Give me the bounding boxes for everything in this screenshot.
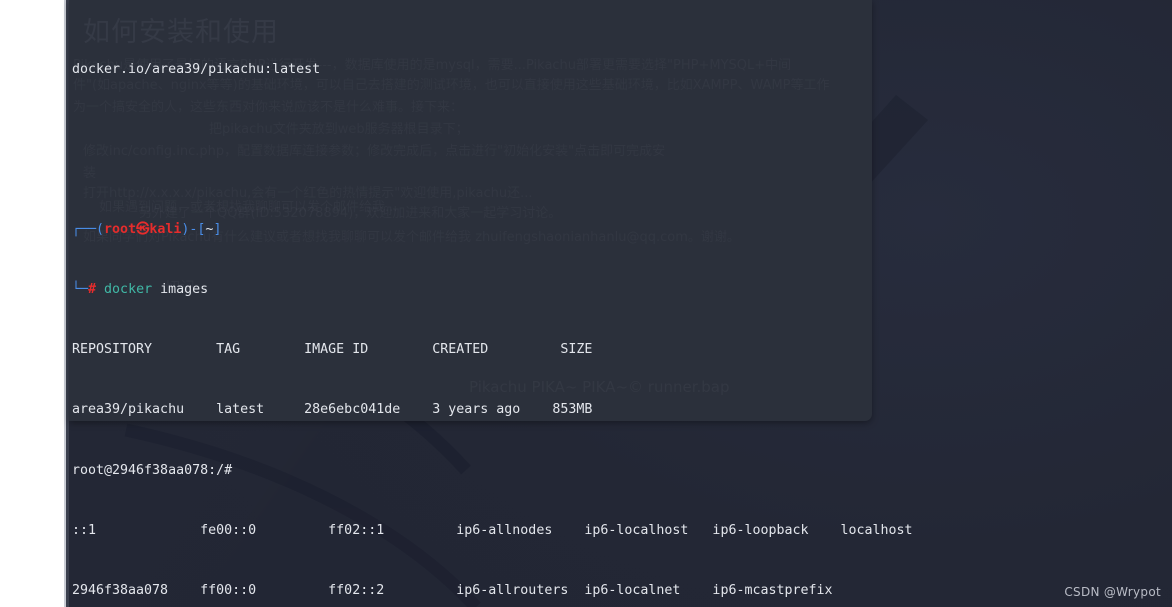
prompt-bracket-close: ] <box>213 222 222 237</box>
terminal-overflow-text: root@2946f38aa078:/# ::1 fe00::0 ff02::1… <box>69 421 1172 607</box>
prompt-paren-close: )-[ <box>181 222 206 237</box>
hosts-output-line: ::1 fe00::0 ff02::1 ip6-allnodes ip6-loc… <box>72 521 1172 541</box>
container-prompt: root@2946f38aa078:/# <box>72 463 233 478</box>
screenshot-root: 如何安装和使用 Pikachu是使用了最好的语言PHP进行开发---，数据库使用… <box>0 0 1172 607</box>
hosts-text: ::1 fe00::0 ff02::1 ip6-allnodes ip6-loc… <box>72 523 913 538</box>
output-text: REPOSITORY TAG IMAGE ID CREATED SIZE <box>72 342 593 357</box>
prompt-branch-bottom: └─ <box>72 282 89 297</box>
prompt-branch-top: ┌── <box>72 222 97 237</box>
output-line: area39/pikachu latest 28e6ebc041de 3 yea… <box>72 400 872 420</box>
csdn-watermark: CSDN @Wrypot <box>1064 585 1161 599</box>
container-prompt-line: root@2946f38aa078:/# <box>72 461 1172 481</box>
hosts-text: 2946f38aa078 ff00::0 ff02::2 ip6-allrout… <box>72 583 833 598</box>
scrollback-line: docker.io/area39/pikachu:latest <box>72 60 872 80</box>
command-name: docker <box>104 282 153 297</box>
prompt-line-1: ┌──(root㉿kali)-[~] <box>72 220 872 240</box>
hosts-output-line: 2946f38aa078 ff00::0 ff02::2 ip6-allrout… <box>72 581 1172 601</box>
prompt-hash: # <box>88 282 97 297</box>
terminal-screen[interactable]: docker.io/area39/pikachu:latest ┌──(root… <box>69 0 872 421</box>
terminal-window[interactable]: 如何安装和使用 Pikachu是使用了最好的语言PHP进行开发---，数据库使用… <box>69 0 872 421</box>
prompt-user-host: root㉿kali <box>104 222 182 237</box>
scrollback-text: docker.io/area39/pikachu:latest <box>72 62 321 77</box>
prompt-paren-open: ( <box>96 222 105 237</box>
command-line-1[interactable]: └─# docker images <box>72 280 872 300</box>
output-text: area39/pikachu latest 28e6ebc041de 3 yea… <box>72 402 593 417</box>
output-line: REPOSITORY TAG IMAGE ID CREATED SIZE <box>72 340 872 360</box>
command-args: images <box>152 282 209 297</box>
